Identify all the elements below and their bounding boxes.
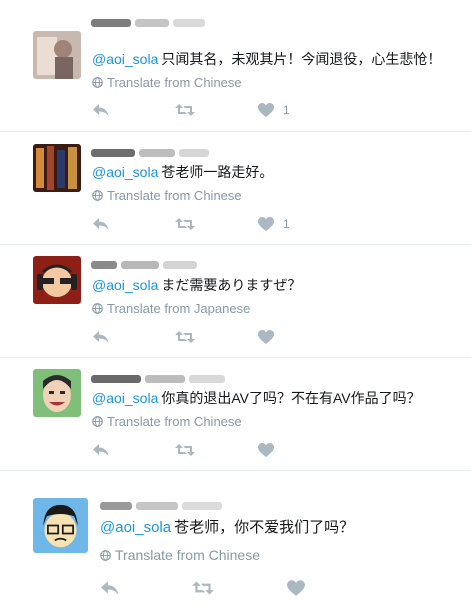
like-button[interactable]: [257, 216, 275, 234]
reply-icon: [101, 581, 119, 595]
like-button[interactable]: [257, 102, 275, 120]
retweet-button[interactable]: [174, 102, 196, 120]
translate-link[interactable]: Translate from Chinese: [92, 75, 242, 90]
avatar[interactable]: [33, 369, 81, 417]
like-button[interactable]: [257, 329, 275, 347]
tweet-text: @aoi_sola 你真的退出AV了吗？不在有AV作品了吗？: [92, 388, 421, 408]
avatar[interactable]: [33, 31, 81, 79]
avatar[interactable]: [33, 256, 81, 304]
tweet-body: 苍老师一路走好。: [161, 164, 274, 180]
tweet-text: @aoi_sola 苍老师一路走好。: [92, 162, 273, 182]
translate-link[interactable]: Translate from Chinese: [100, 547, 260, 563]
reply-icon: [93, 218, 109, 230]
translate-link[interactable]: Translate from Japanese: [92, 301, 250, 316]
translate-link[interactable]: Translate from Chinese: [92, 188, 242, 203]
blurred-user-name: [100, 497, 226, 510]
heart-icon: [258, 217, 274, 231]
like-count: 1: [283, 103, 290, 117]
retweet-button[interactable]: [174, 329, 196, 347]
blurred-user-name: [91, 144, 213, 157]
retweet-button[interactable]: [174, 442, 196, 460]
reply-button[interactable]: [92, 216, 110, 234]
like-button[interactable]: [257, 442, 275, 460]
translate-link[interactable]: Translate from Chinese: [92, 414, 242, 429]
tweet-body: 只闻其名，未观其片！今闻退役，心生悲怆！: [161, 51, 442, 67]
mention-link[interactable]: @aoi_sola: [92, 390, 158, 406]
tweet-item: @aoi_sola 苍老师，你不爱我们了吗？ Translate from Chi…: [0, 471, 471, 605]
retweet-button[interactable]: [174, 216, 196, 234]
mention-link[interactable]: @aoi_sola: [92, 51, 158, 67]
retweet-button[interactable]: [191, 579, 215, 597]
retweet-icon: [175, 331, 195, 343]
translate-label: Translate from Chinese: [107, 414, 242, 429]
tweet-item: @aoi_sola 你真的退出AV了吗？不在有AV作品了吗？ Translate …: [0, 358, 471, 470]
globe-icon: [92, 77, 103, 88]
mention-link[interactable]: @aoi_sola: [92, 277, 158, 293]
retweet-icon: [175, 444, 195, 456]
tweet-body: 你真的退出AV了吗？不在有AV作品了吗？: [161, 390, 421, 406]
avatar[interactable]: [33, 144, 81, 192]
mention-link[interactable]: @aoi_sola: [100, 519, 171, 536]
tweet-text: @aoi_sola 苍老师，你不爱我们了吗？: [100, 516, 354, 537]
mention-link[interactable]: @aoi_sola: [92, 164, 158, 180]
reply-icon: [93, 444, 109, 456]
heart-icon: [258, 443, 274, 457]
translate-label: Translate from Chinese: [107, 75, 242, 90]
tweet-text: @aoi_sola まだ需要ありますぜ？: [92, 275, 301, 295]
heart-icon: [287, 580, 305, 596]
tweet-body: まだ需要ありますぜ？: [161, 277, 302, 293]
globe-icon: [92, 416, 103, 427]
blurred-user-name: [91, 256, 201, 269]
tweet-item: @aoi_sola 只闻其名，未观其片！今闻退役，心生悲怆！ Translate …: [0, 0, 471, 130]
reply-icon: [93, 104, 109, 116]
translate-label: Translate from Chinese: [107, 188, 242, 203]
tweet-text: @aoi_sola 只闻其名，未观其片！今闻退役，心生悲怆！: [92, 49, 441, 69]
reply-button[interactable]: [92, 442, 110, 460]
tweet-item: @aoi_sola まだ需要ありますぜ？ Translate from Japan…: [0, 245, 471, 357]
blurred-user-name: [91, 14, 209, 27]
retweet-icon: [175, 218, 195, 230]
retweet-icon: [175, 104, 195, 116]
tweet-body: 苍老师，你不爱我们了吗？: [174, 519, 355, 536]
like-count: 1: [283, 217, 290, 231]
reply-button[interactable]: [92, 329, 110, 347]
translate-label: Translate from Chinese: [115, 547, 260, 563]
translate-label: Translate from Japanese: [107, 301, 251, 316]
reply-button[interactable]: [100, 579, 120, 597]
like-button[interactable]: [286, 579, 306, 597]
tweet-item: @aoi_sola 苍老师一路走好。 Translate from Chinese…: [0, 132, 471, 244]
globe-icon: [92, 190, 103, 201]
avatar[interactable]: [33, 498, 88, 553]
retweet-icon: [192, 581, 214, 595]
heart-icon: [258, 330, 274, 344]
globe-icon: [100, 550, 111, 561]
heart-icon: [258, 103, 274, 117]
blurred-user-name: [91, 370, 229, 383]
reply-button[interactable]: [92, 102, 110, 120]
tweet-feed: @aoi_sola 只闻其名，未观其片！今闻退役，心生悲怆！ Translate …: [0, 0, 471, 605]
globe-icon: [92, 303, 103, 314]
reply-icon: [93, 331, 109, 343]
